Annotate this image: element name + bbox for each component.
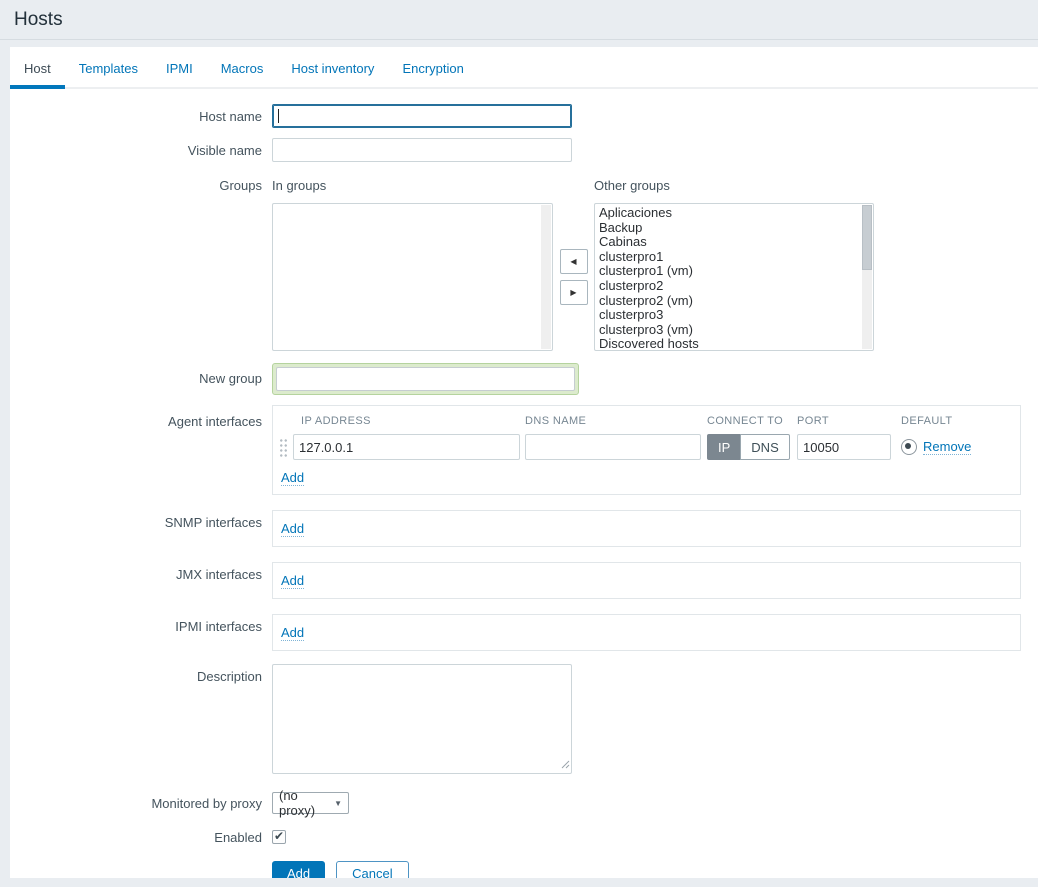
tab-ipmi[interactable]: IPMI (152, 47, 207, 89)
tab-bar: Host Templates IPMI Macros Host inventor… (10, 47, 1038, 89)
snmp-interfaces-box: Add (272, 510, 1021, 547)
list-item[interactable]: clusterpro2 (599, 279, 859, 294)
list-item[interactable]: clusterpro3 (vm) (599, 323, 859, 338)
add-snmp-interface-link[interactable]: Add (281, 521, 304, 537)
list-item[interactable]: Backup (599, 221, 859, 236)
connect-ip-button[interactable]: IP (707, 434, 740, 460)
agent-interfaces-headers: IP ADDRESS DNS NAME CONNECT TO PORT DEFA… (279, 415, 1012, 427)
list-item[interactable]: clusterpro1 (599, 250, 859, 265)
form-actions-row: Add Cancel (10, 861, 1038, 878)
tab-host[interactable]: Host (10, 47, 65, 89)
remove-interface-link[interactable]: Remove (923, 439, 971, 455)
visible-name-row: Visible name (10, 138, 1038, 162)
connect-to-toggle: IP DNS (707, 434, 791, 460)
tab-encryption[interactable]: Encryption (388, 47, 477, 89)
other-groups-label: Other groups (594, 178, 874, 193)
ipmi-interfaces-label: IPMI interfaces (10, 614, 262, 634)
list-item[interactable]: Cabinas (599, 235, 859, 250)
list-item[interactable]: clusterpro3 (599, 308, 859, 323)
jmx-interfaces-row: JMX interfaces Add (10, 562, 1038, 599)
add-agent-interface-link[interactable]: Add (281, 470, 304, 486)
in-groups-scrollbar[interactable] (541, 205, 551, 349)
new-group-label: New group (10, 363, 262, 386)
ipmi-interfaces-box: Add (272, 614, 1021, 651)
agent-interface-row: IP DNS Remove (279, 434, 1012, 460)
move-right-button[interactable]: ▶ (560, 280, 588, 305)
list-item[interactable]: clusterpro1 (vm) (599, 264, 859, 279)
jmx-interfaces-box: Add (272, 562, 1021, 599)
connect-dns-button[interactable]: DNS (740, 434, 789, 460)
visible-name-input[interactable] (272, 138, 572, 162)
description-row: Description (10, 664, 1038, 777)
ip-address-input[interactable] (293, 434, 520, 460)
text-cursor (278, 109, 279, 123)
enabled-row: Enabled (10, 830, 1038, 845)
snmp-interfaces-label: SNMP interfaces (10, 510, 262, 530)
snmp-interfaces-row: SNMP interfaces Add (10, 510, 1038, 547)
in-groups-label: In groups (272, 178, 553, 193)
other-groups-scrollbar[interactable] (862, 205, 872, 349)
host-name-input[interactable] (272, 104, 572, 128)
default-radio[interactable] (901, 439, 917, 455)
default-header: DEFAULT (901, 415, 953, 427)
tab-host-inventory[interactable]: Host inventory (277, 47, 388, 89)
drag-handle-icon[interactable] (279, 437, 288, 458)
host-form: Host name Visible name Groups In groups (10, 89, 1038, 878)
in-groups-listbox[interactable] (272, 203, 553, 351)
enabled-label: Enabled (10, 830, 262, 845)
tab-templates[interactable]: Templates (65, 47, 152, 89)
host-name-row: Host name (10, 104, 1038, 128)
port-header: PORT (797, 415, 891, 427)
ipmi-interfaces-row: IPMI interfaces Add (10, 614, 1038, 651)
content-panel: Host Templates IPMI Macros Host inventor… (10, 47, 1038, 878)
add-jmx-interface-link[interactable]: Add (281, 573, 304, 589)
move-left-button[interactable]: ◀ (560, 249, 588, 274)
move-right-icon: ▶ (570, 288, 576, 297)
description-label: Description (10, 664, 262, 684)
new-group-highlight (272, 363, 579, 395)
description-textarea[interactable] (272, 664, 572, 774)
agent-interfaces-row: Agent interfaces IP ADDRESS DNS NAME CON… (10, 405, 1038, 495)
connect-to-header: CONNECT TO (707, 415, 791, 427)
chevron-down-icon: ▼ (334, 799, 342, 808)
enabled-checkbox[interactable] (272, 830, 286, 844)
move-left-icon: ◀ (570, 257, 576, 266)
proxy-selected-value: (no proxy) (279, 788, 326, 818)
ip-address-header: IP ADDRESS (293, 415, 520, 427)
add-ipmi-interface-link[interactable]: Add (281, 625, 304, 641)
groups-label: Groups (10, 178, 262, 193)
list-item[interactable]: clusterpro2 (vm) (599, 294, 859, 309)
agent-interfaces-label: Agent interfaces (10, 405, 262, 429)
cancel-button[interactable]: Cancel (336, 861, 408, 878)
tab-macros[interactable]: Macros (207, 47, 278, 89)
new-group-row: New group (10, 363, 1038, 395)
groups-row: Groups In groups ◀ ▶ Other groups (10, 178, 1038, 351)
other-groups-listbox[interactable]: Aplicaciones Backup Cabinas clusterpro1 … (594, 203, 874, 351)
page: Hosts Host Templates IPMI Macros Host in… (0, 0, 1038, 887)
proxy-label: Monitored by proxy (10, 792, 262, 811)
visible-name-label: Visible name (10, 138, 262, 158)
dns-name-input[interactable] (525, 434, 701, 460)
list-item[interactable]: Aplicaciones (599, 206, 859, 221)
dns-name-header: DNS NAME (525, 415, 701, 427)
scrollbar-thumb[interactable] (862, 205, 872, 270)
page-header: Hosts (0, 0, 1038, 40)
page-title: Hosts (14, 9, 63, 31)
add-button[interactable]: Add (272, 861, 325, 878)
proxy-row: Monitored by proxy (no proxy) ▼ (10, 792, 1038, 814)
list-item[interactable]: Discovered hosts (599, 337, 859, 351)
proxy-select[interactable]: (no proxy) ▼ (272, 792, 349, 814)
new-group-input[interactable] (276, 367, 575, 391)
host-name-label: Host name (10, 104, 262, 124)
move-buttons: ◀ ▶ (553, 203, 594, 351)
port-input[interactable] (797, 434, 891, 460)
agent-interfaces-box: IP ADDRESS DNS NAME CONNECT TO PORT DEFA… (272, 405, 1021, 495)
jmx-interfaces-label: JMX interfaces (10, 562, 262, 582)
